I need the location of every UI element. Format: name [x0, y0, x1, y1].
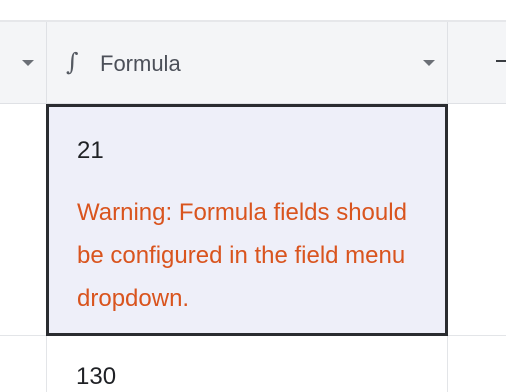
formula-icon: ∫ — [66, 48, 79, 76]
toolbar-area — [0, 0, 506, 20]
column-header-label: Formula — [100, 51, 181, 76]
column-divider[interactable] — [447, 22, 448, 103]
grid-view: ∫ Formula 21 Warning: Formula fields sho… — [0, 0, 506, 392]
formula-warning-message: Warning: Formula fields should be config… — [77, 199, 407, 312]
table-cell-active[interactable]: 21 Warning: Formula fields should be con… — [46, 104, 448, 336]
add-column-plus-icon[interactable] — [496, 60, 506, 62]
cell-value: 21 — [77, 137, 104, 164]
column-header-formula[interactable]: ∫ Formula — [47, 22, 447, 103]
cell-value: 130 — [76, 363, 117, 390]
prev-column-menu-chevron-down-icon[interactable] — [22, 60, 34, 66]
column-header-row: ∫ Formula — [0, 22, 506, 104]
column-menu-chevron-down-icon[interactable] — [423, 60, 435, 66]
